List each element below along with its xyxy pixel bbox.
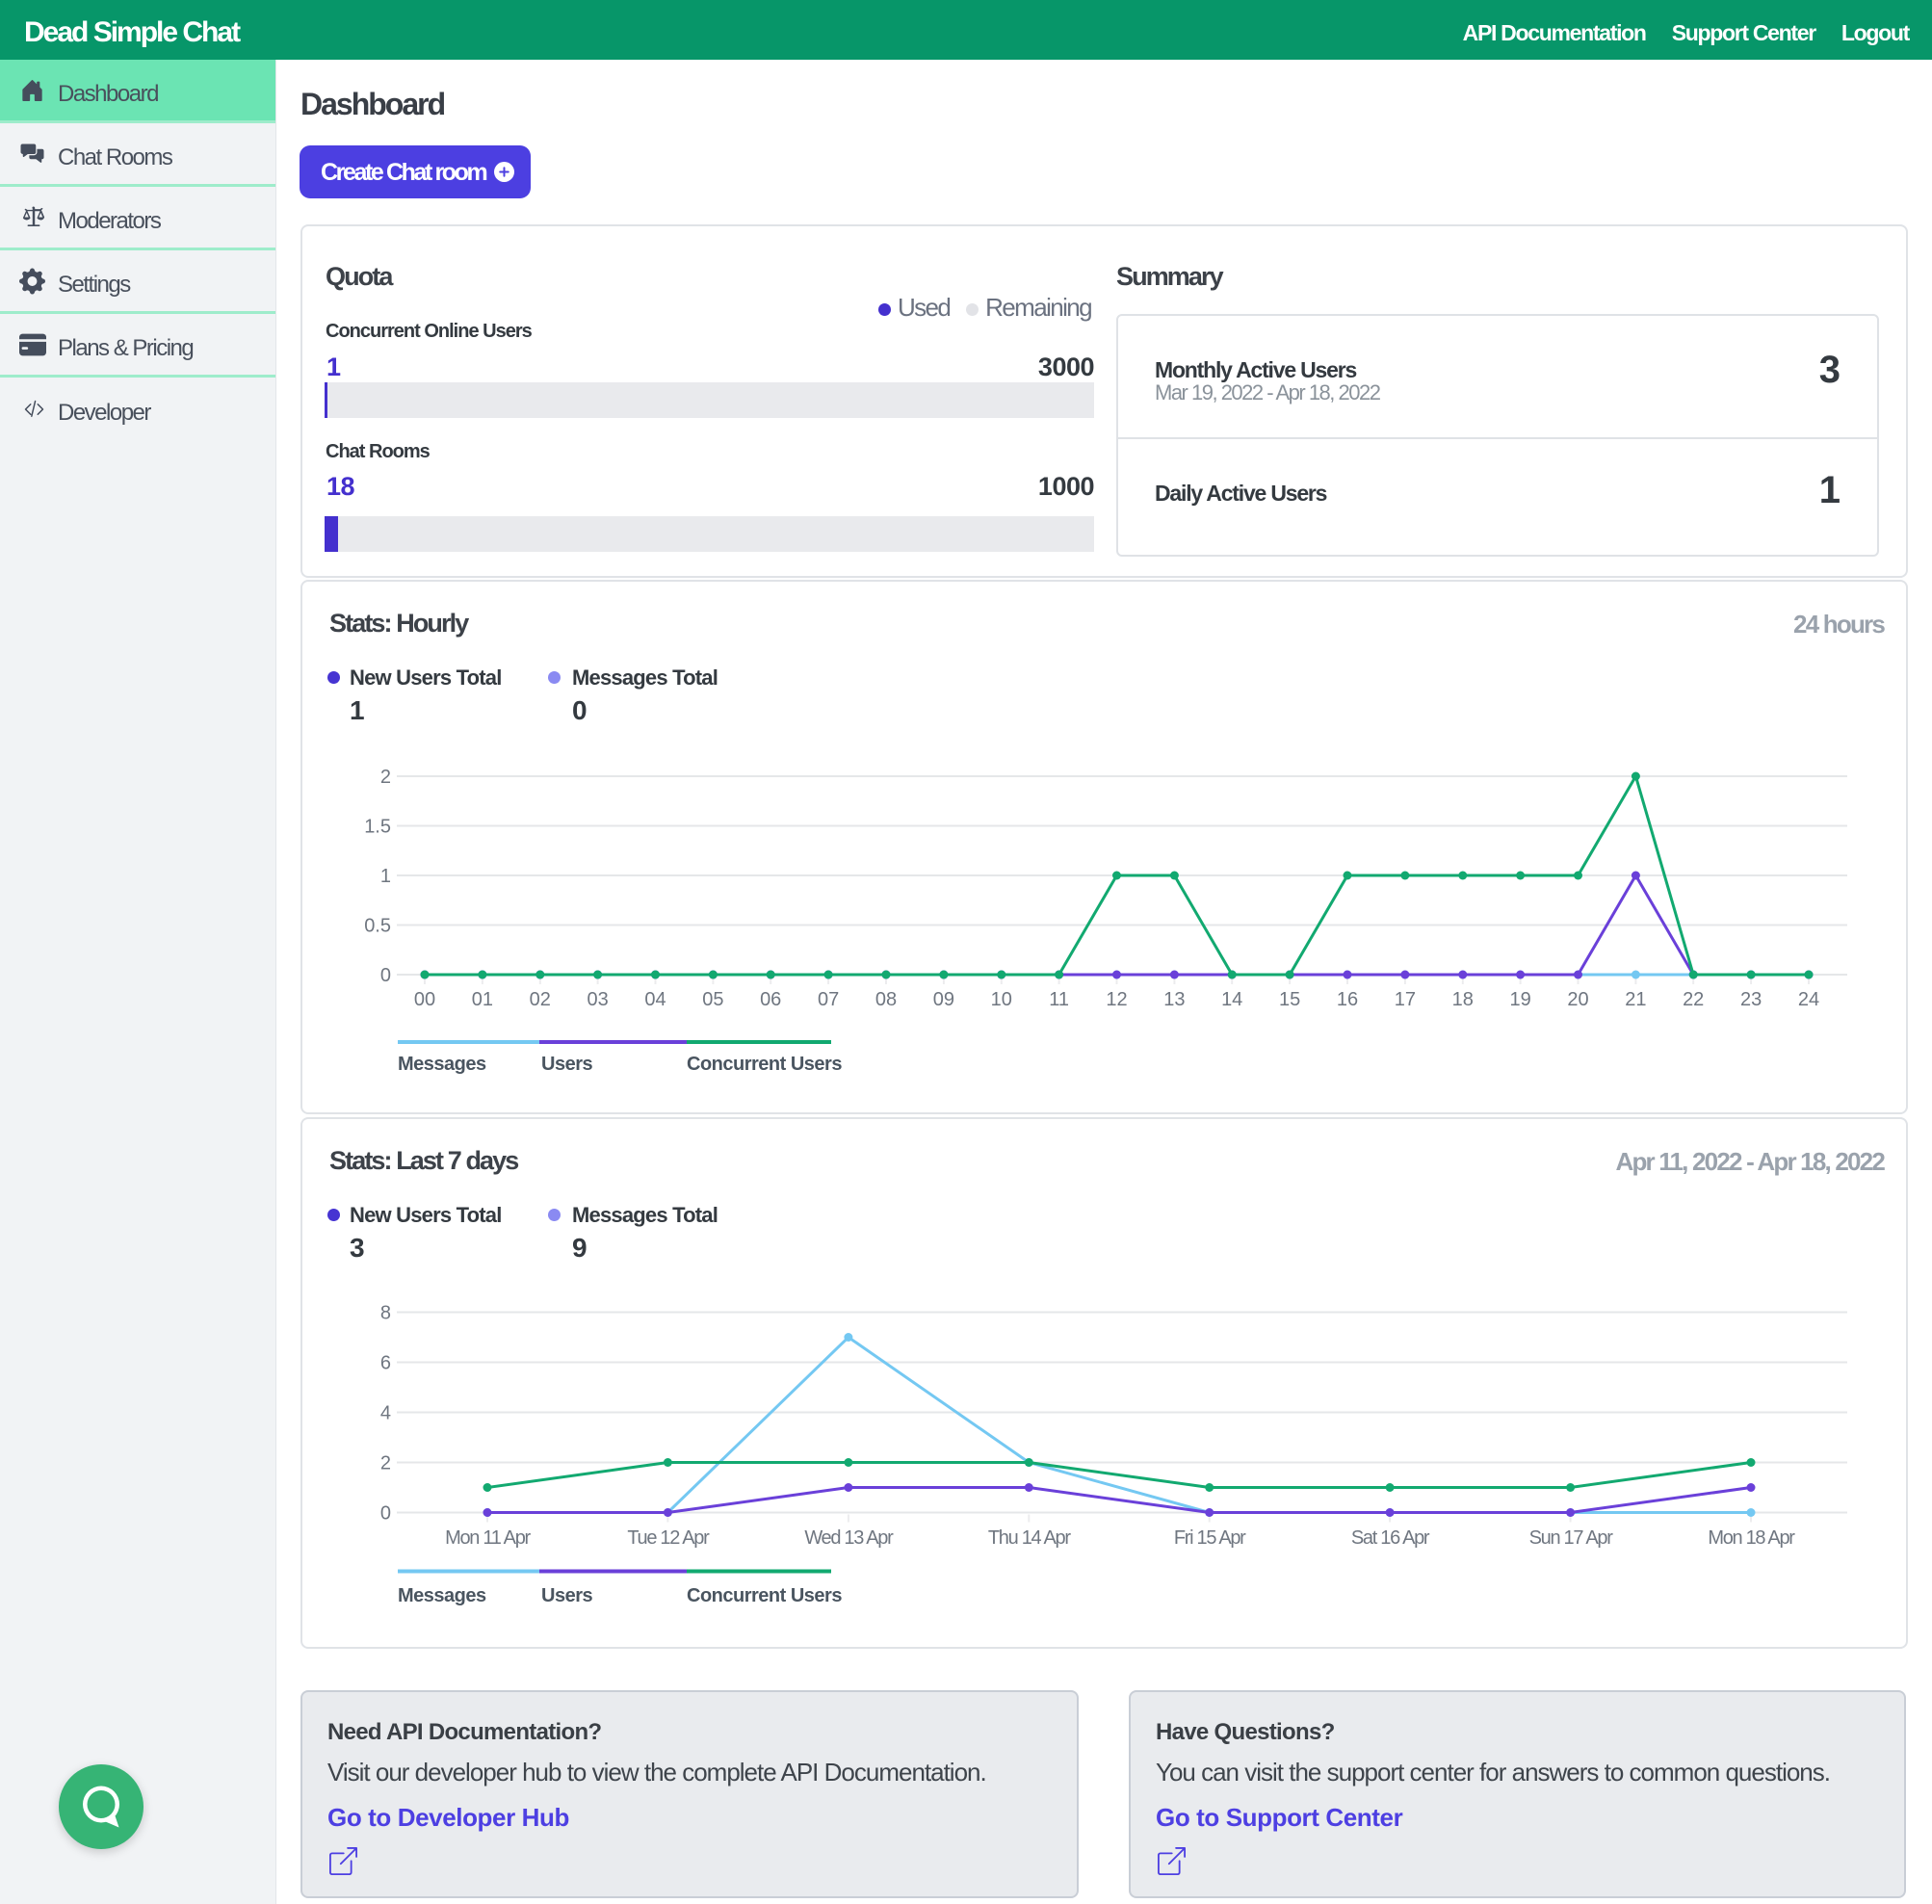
svg-text:23: 23 xyxy=(1740,989,1762,1010)
svg-text:1: 1 xyxy=(380,866,391,887)
svg-text:24: 24 xyxy=(1798,989,1819,1010)
svg-text:00: 00 xyxy=(414,989,435,1010)
svg-text:Mon 18 Apr: Mon 18 Apr xyxy=(1708,1527,1795,1549)
svg-text:Tue 12 Apr: Tue 12 Apr xyxy=(627,1527,710,1549)
svg-text:15: 15 xyxy=(1279,989,1300,1010)
svg-text:09: 09 xyxy=(933,989,954,1010)
svg-text:Concurrent Users: Concurrent Users xyxy=(687,1585,842,1606)
svg-text:Thu 14 Apr: Thu 14 Apr xyxy=(988,1527,1071,1549)
svg-text:08: 08 xyxy=(875,989,897,1010)
svg-text:19: 19 xyxy=(1509,989,1530,1010)
svg-text:Messages: Messages xyxy=(398,1585,486,1606)
svg-text:4: 4 xyxy=(380,1403,391,1424)
svg-text:0.5: 0.5 xyxy=(364,916,391,937)
svg-text:Users: Users xyxy=(541,1054,592,1075)
svg-text:0: 0 xyxy=(380,965,391,986)
svg-text:1.5: 1.5 xyxy=(364,817,391,838)
svg-text:0: 0 xyxy=(380,1503,391,1525)
svg-text:07: 07 xyxy=(818,989,839,1010)
svg-text:Sat 16 Apr: Sat 16 Apr xyxy=(1351,1527,1430,1549)
svg-text:06: 06 xyxy=(760,989,781,1010)
svg-text:05: 05 xyxy=(702,989,723,1010)
svg-text:04: 04 xyxy=(644,989,666,1010)
svg-text:10: 10 xyxy=(991,989,1012,1010)
svg-text:2: 2 xyxy=(380,1453,391,1474)
svg-text:12: 12 xyxy=(1106,989,1127,1010)
svg-text:Users: Users xyxy=(541,1585,592,1606)
svg-text:6: 6 xyxy=(380,1353,391,1374)
svg-text:02: 02 xyxy=(530,989,551,1010)
svg-text:17: 17 xyxy=(1395,989,1416,1010)
svg-text:2: 2 xyxy=(380,767,391,788)
svg-text:11: 11 xyxy=(1049,989,1069,1010)
svg-text:Wed 13 Apr: Wed 13 Apr xyxy=(804,1527,894,1549)
svg-text:22: 22 xyxy=(1683,989,1704,1010)
svg-text:Fri 15 Apr: Fri 15 Apr xyxy=(1174,1527,1246,1549)
svg-text:03: 03 xyxy=(587,989,608,1010)
svg-text:Sun 17 Apr: Sun 17 Apr xyxy=(1529,1527,1614,1549)
svg-text:8: 8 xyxy=(380,1303,391,1324)
svg-text:20: 20 xyxy=(1567,989,1588,1010)
svg-text:01: 01 xyxy=(472,989,493,1010)
svg-text:13: 13 xyxy=(1163,989,1185,1010)
svg-text:Messages: Messages xyxy=(398,1054,486,1075)
svg-text:18: 18 xyxy=(1452,989,1474,1010)
svg-text:21: 21 xyxy=(1625,989,1646,1010)
svg-text:Mon 11 Apr: Mon 11 Apr xyxy=(445,1527,531,1549)
svg-text:14: 14 xyxy=(1221,989,1242,1010)
svg-text:Concurrent Users: Concurrent Users xyxy=(687,1054,842,1075)
svg-text:16: 16 xyxy=(1337,989,1358,1010)
